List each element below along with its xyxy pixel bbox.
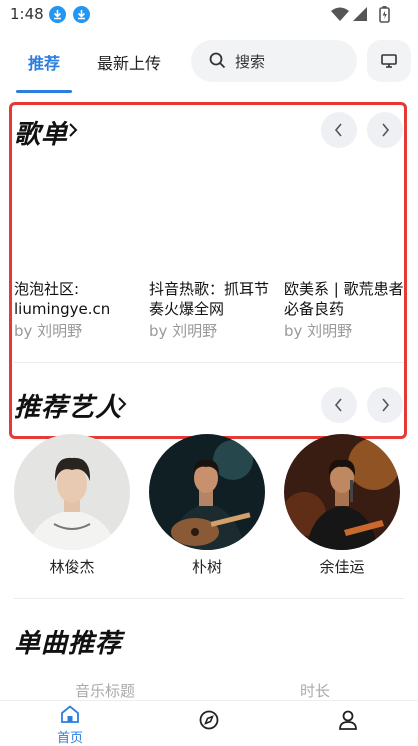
- tab-latest-upload[interactable]: 最新上传: [97, 50, 161, 74]
- playlist-title: 欧美系 | 歌荒患者必备良药: [284, 280, 404, 318]
- artist-name: 朴树: [191, 558, 222, 576]
- nav-discover[interactable]: [179, 710, 239, 734]
- artist-name: 余佳运: [319, 558, 365, 576]
- section-divider: [14, 362, 404, 363]
- chevron-left-icon: [334, 123, 342, 137]
- column-header-duration: 时长: [300, 682, 331, 700]
- artists-section-title[interactable]: 推荐艺人: [14, 387, 122, 424]
- artist-card[interactable]: 林俊杰: [13, 434, 131, 577]
- artist-name: 林俊杰: [49, 558, 95, 576]
- status-bar: 1:48: [0, 0, 418, 30]
- user-icon: [339, 710, 357, 730]
- nav-home-label: 首页: [56, 731, 83, 746]
- playlist-title: 抖音热歌：抓耳节奏火爆全网: [149, 280, 270, 318]
- playlist-card[interactable]: 抖音热歌：抓耳节奏火爆全网 by 刘明野: [149, 279, 277, 341]
- search-placeholder: 搜索: [235, 53, 266, 71]
- playlist-author: by 刘明野: [14, 322, 83, 340]
- nav-profile[interactable]: [318, 710, 378, 734]
- playlists-section-title[interactable]: 歌单: [14, 114, 68, 151]
- playlist-author: by 刘明野: [149, 322, 218, 340]
- artists-next-button[interactable]: [367, 387, 403, 423]
- artist-card[interactable]: 朴树: [148, 434, 266, 577]
- search-icon: [209, 52, 226, 69]
- bottom-nav: 首页: [0, 700, 418, 746]
- tv-icon: [381, 54, 397, 68]
- signal-icon: [353, 7, 367, 21]
- playlist-title: 泡泡社区: liumingye.cn: [14, 280, 111, 318]
- top-nav: 推荐 最新上传 搜索: [0, 40, 418, 93]
- compass-icon: [199, 710, 219, 730]
- artists-prev-button[interactable]: [321, 387, 357, 423]
- playlists-prev-button[interactable]: [321, 112, 357, 148]
- active-tab-indicator: [16, 90, 72, 93]
- artist-avatar: [149, 434, 265, 550]
- search-input[interactable]: 搜索: [191, 40, 357, 82]
- playlist-author: by 刘明野: [284, 322, 353, 340]
- home-icon: [61, 705, 79, 723]
- column-header-title: 音乐标题: [75, 682, 136, 700]
- playlist-card[interactable]: 欧美系 | 歌荒患者必备良药 by 刘明野: [284, 279, 412, 341]
- artist-avatar: [14, 434, 130, 550]
- chevron-right-icon: [382, 398, 390, 412]
- tv-button[interactable]: [367, 40, 411, 82]
- status-time: 1:48: [10, 5, 44, 23]
- playlist-card[interactable]: 泡泡社区: liumingye.cn by 刘明野: [14, 279, 142, 341]
- tab-recommend[interactable]: 推荐: [28, 50, 60, 74]
- chevron-left-icon: [334, 398, 342, 412]
- wifi-icon: [331, 7, 349, 21]
- chevron-right-icon[interactable]: [117, 396, 127, 412]
- chevron-right-icon[interactable]: [68, 122, 78, 138]
- battery-icon: [379, 6, 390, 23]
- artist-avatar: [284, 434, 400, 550]
- songs-section-title[interactable]: 单曲推荐: [14, 623, 122, 660]
- download-icon: [73, 6, 90, 23]
- playlists-next-button[interactable]: [367, 112, 403, 148]
- artist-card[interactable]: 余佳运: [283, 434, 401, 577]
- system-icons: [330, 5, 392, 27]
- nav-home[interactable]: 首页: [40, 705, 100, 746]
- chevron-right-icon: [382, 123, 390, 137]
- download-icon: [49, 6, 66, 23]
- section-divider: [14, 598, 404, 599]
